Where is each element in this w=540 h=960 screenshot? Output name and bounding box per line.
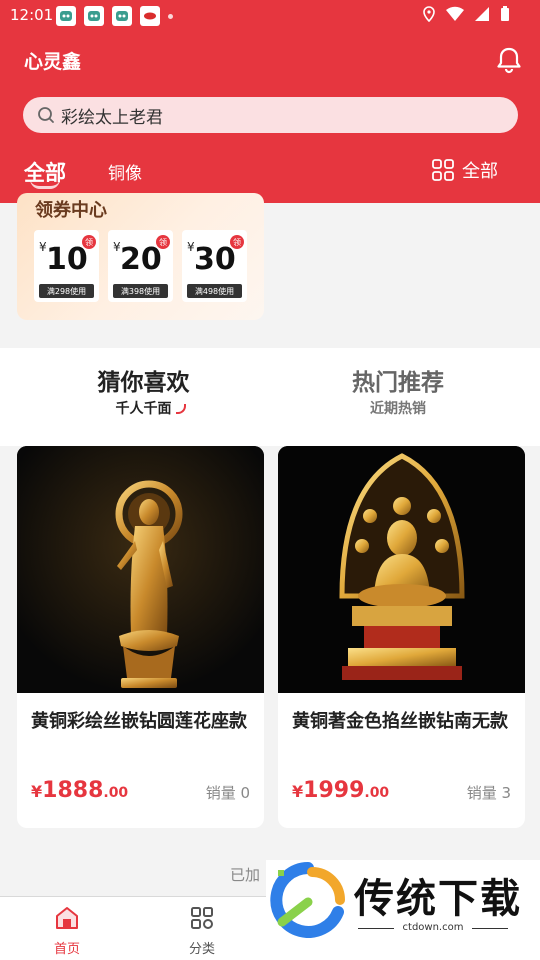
wifi-icon [446,6,464,22]
product-feed: 黄铜彩绘丝嵌钻圆莲花座款 ¥1888.00 销量 0 黄铜著金色掐丝嵌钻南无款 … [0,446,540,896]
product-image[interactable] [17,446,264,693]
price-decimal: .00 [364,785,390,801]
active-tab-indicator [30,179,60,189]
coupon-claim-badge: 领 [156,235,170,249]
nav-home[interactable]: 首页 [37,905,97,957]
coupon-amount: 20 [120,242,162,277]
notification-icons [56,6,173,26]
coupon-item[interactable]: ¥ 20 领 满398使用 [108,230,173,302]
app-title: 心灵鑫 [24,51,82,73]
price-currency: ¥ [31,782,43,801]
nav-home-label: 首页 [53,942,80,957]
product-image[interactable] [278,446,525,693]
watermark-divider [472,928,508,929]
coupon-center-card[interactable]: 领券中心 ¥ 10 领 满298使用 ¥ 20 领 满398使用 ¥ 30 领 … [17,193,264,320]
hot-recommend-subtitle: 近期热销 [370,401,426,417]
category-icon [191,907,213,929]
tab-bronze-statue[interactable]: 铜像 [108,159,142,184]
hot-recommend-title: 热门推荐 [352,370,444,396]
guess-you-like-subtitle: 千人千面 [115,401,172,417]
app-notification-icon [56,6,76,26]
category-tabs: 全部 铜像 全部 [0,152,540,192]
search-icon [38,107,54,123]
status-time: 12:01 [10,6,54,24]
system-status-icons [422,6,510,22]
product-card[interactable]: 黄铜著金色掐丝嵌钻南无款 ¥1999.00 销量 3 [278,446,525,828]
coupon-item[interactable]: ¥ 30 领 满498使用 [182,230,247,302]
feed-footer-text: 已加 [230,866,261,884]
watermark-title: 传统下载 [354,876,522,922]
coupon-claim-badge: 领 [230,235,244,249]
price-currency: ¥ [292,782,304,801]
product-sales: 销量 0 [205,784,250,802]
product-name[interactable]: 黄铜著金色掐丝嵌钻南无款 [292,708,512,736]
nav-category[interactable]: 分类 [172,905,232,957]
product-sales: 销量 3 [466,784,511,802]
price-decimal: .00 [103,785,129,801]
coupon-section: 领券中心 ¥ 10 领 满298使用 ¥ 20 领 满398使用 ¥ 30 领 … [0,193,540,348]
coupon-condition: 满498使用 [187,284,242,298]
coupon-amount: 10 [46,242,88,277]
app-notification-icon [112,6,132,26]
app-notification-icon [140,6,160,26]
signal-icon [475,7,489,21]
product-price: ¥1888.00 [31,778,128,803]
bell-icon[interactable] [494,45,524,75]
app-header: 12:01 心灵鑫 彩绘太上老君 全部 铜像 全部 [0,0,540,203]
search-input[interactable]: 彩绘太上老君 [61,103,163,128]
app-notification-icon [84,6,104,26]
coupon-claim-badge: 领 [82,235,96,249]
grid-icon [432,159,454,181]
product-name[interactable]: 黄铜彩绘丝嵌钻圆莲花座款 [31,708,251,736]
site-watermark: 传统下载 ctdown.com [266,860,540,940]
watermark-logo [270,862,345,938]
all-categories-label: 全部 [462,161,498,182]
coupon-condition: 满298使用 [39,284,94,298]
status-bar: 12:01 [0,0,540,32]
all-categories-button[interactable]: 全部 [432,157,498,183]
product-price: ¥1999.00 [292,778,389,803]
price-integer: 1999 [303,778,365,803]
recommendation-tabs: 猜你喜欢 千人千面 热门推荐 近期热销 [0,348,540,446]
coupon-item[interactable]: ¥ 10 领 满298使用 [34,230,99,302]
search-bar[interactable]: 彩绘太上老君 [23,97,518,133]
coupon-amount: 30 [194,242,236,277]
guess-you-like-title: 猜你喜欢 [97,370,190,396]
battery-icon [501,6,509,21]
home-icon [56,907,78,929]
coupon-condition: 满398使用 [113,284,168,298]
price-integer: 1888 [42,778,104,803]
coupon-center-title: 领券中心 [35,200,107,221]
more-notifications-dot [168,13,173,19]
nav-category-label: 分类 [188,942,215,957]
location-icon [423,6,435,22]
product-card[interactable]: 黄铜彩绘丝嵌钻圆莲花座款 ¥1888.00 销量 0 [17,446,264,828]
